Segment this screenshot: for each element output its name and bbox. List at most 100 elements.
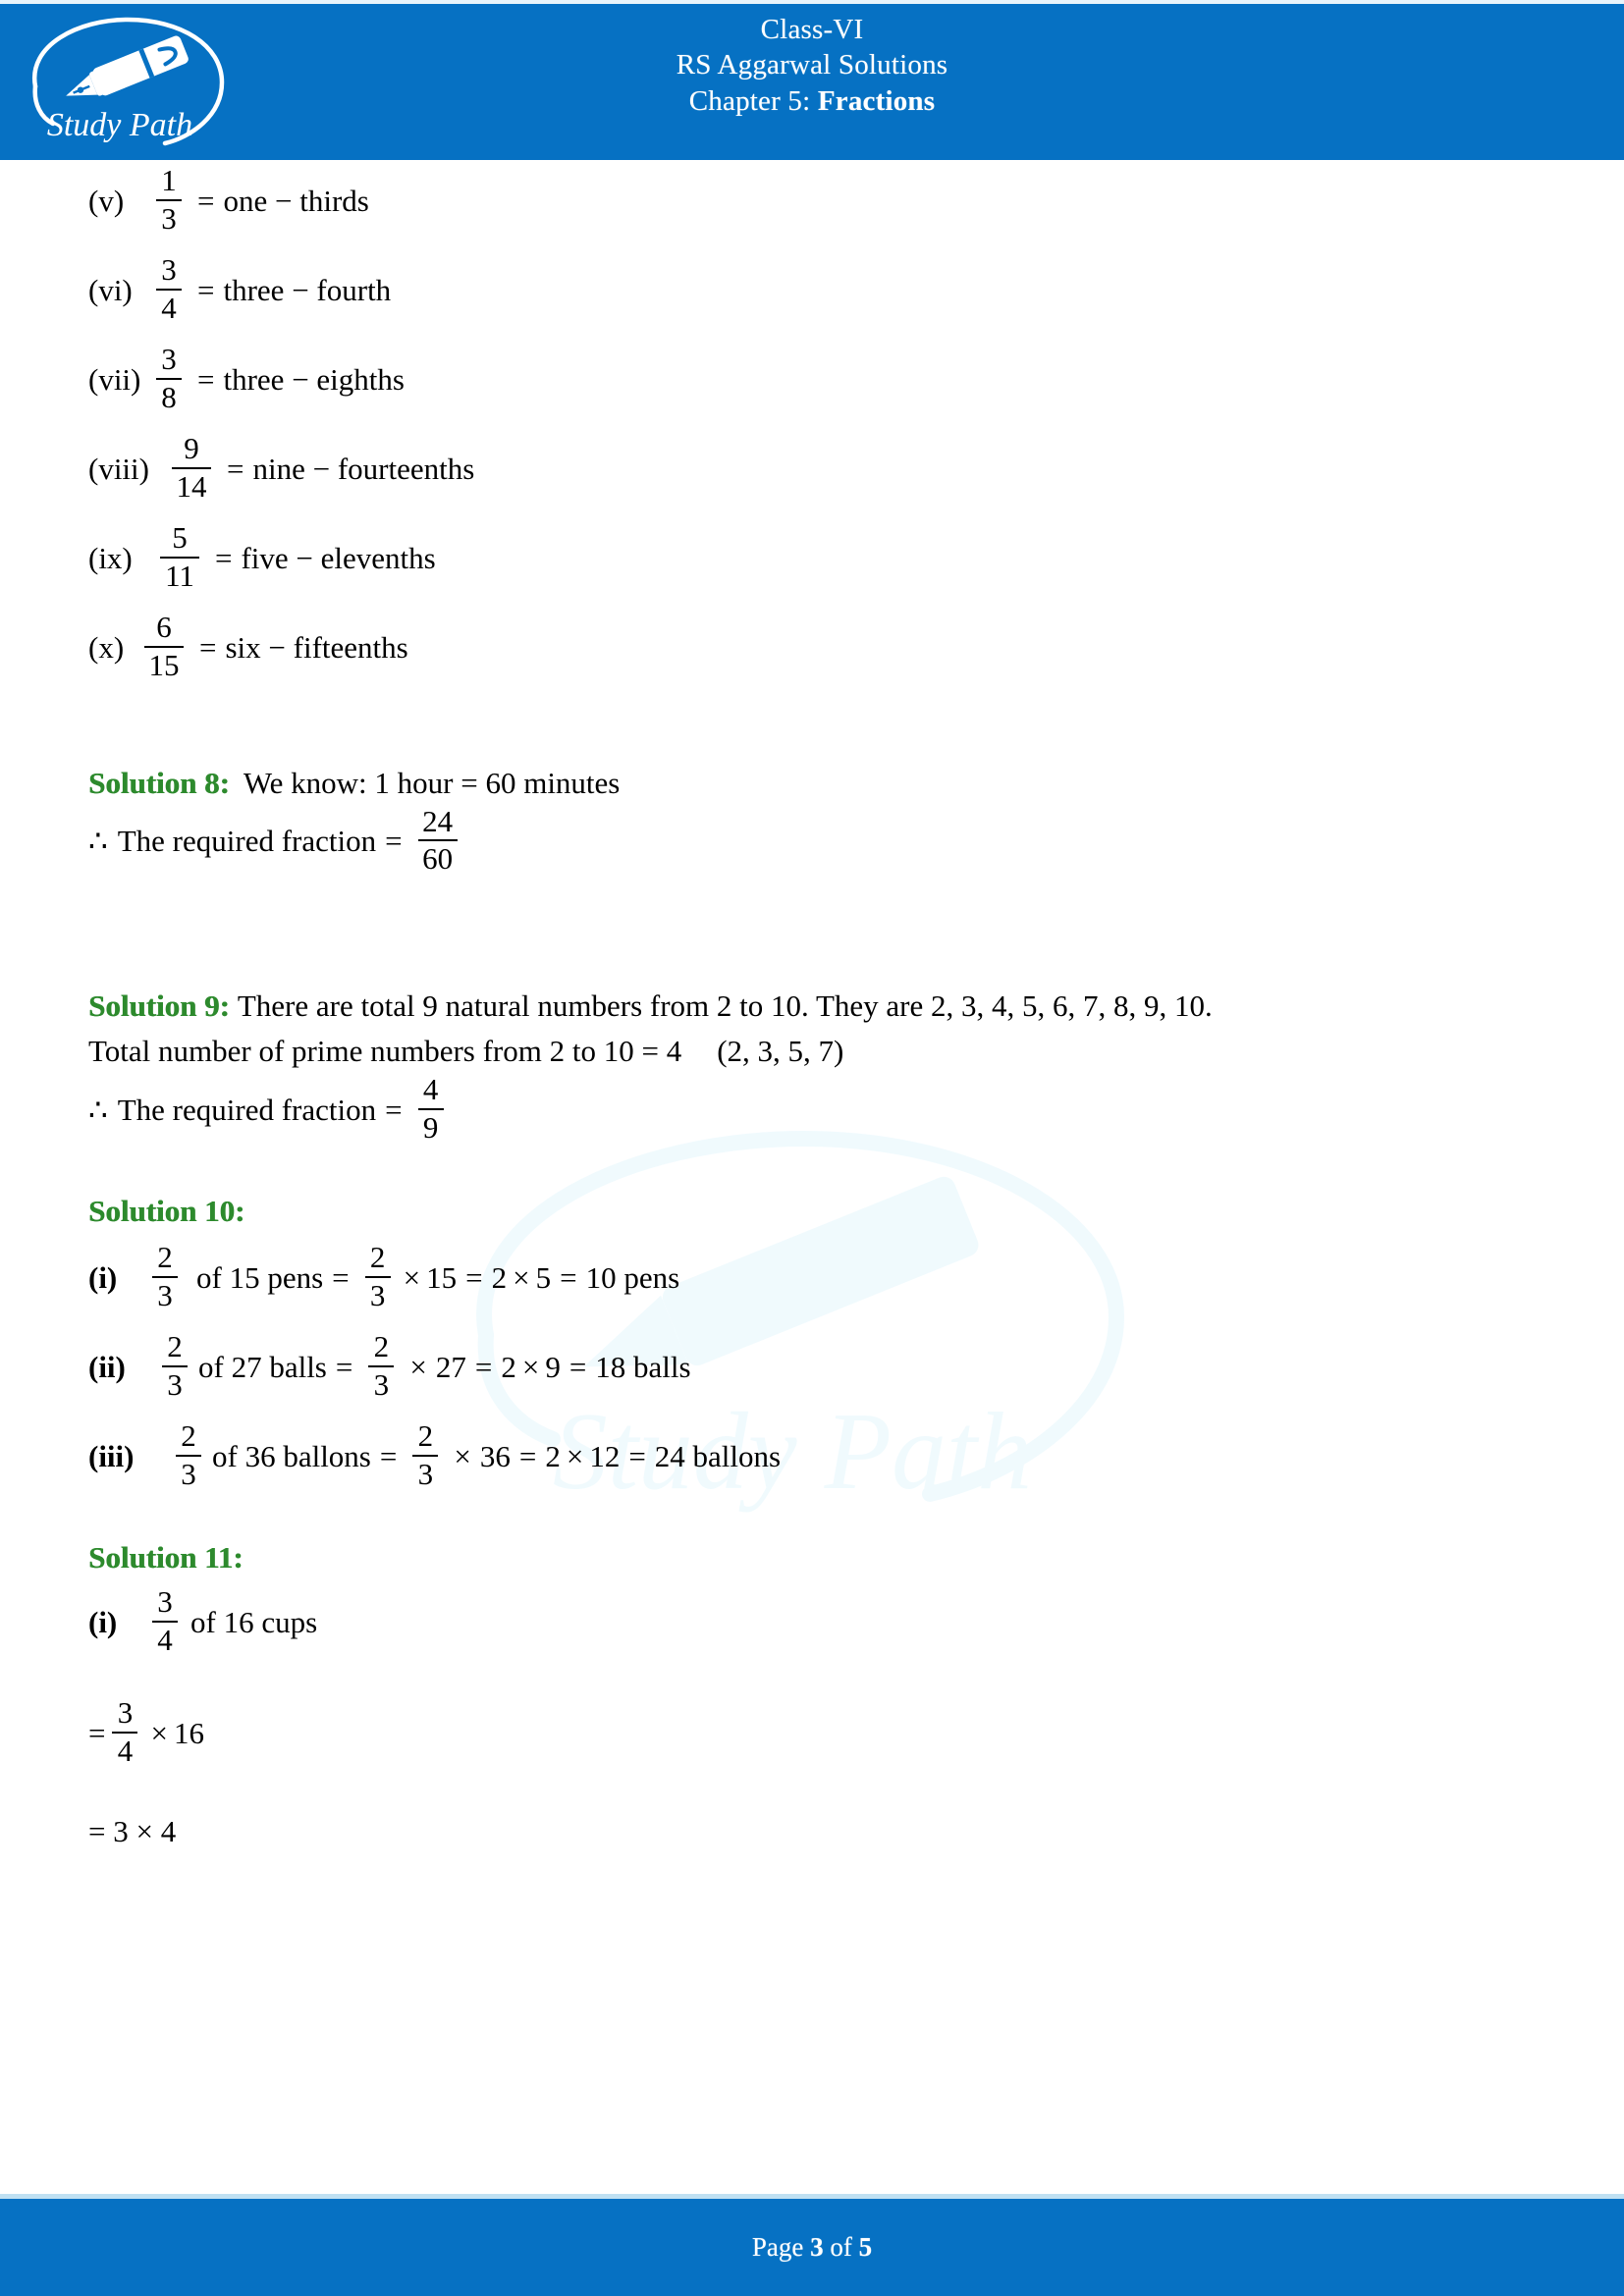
fraction-denominator: 3 <box>373 1366 390 1402</box>
fraction-denominator: 9 <box>422 1109 439 1145</box>
fraction: 3 4 <box>156 254 182 324</box>
equals-sign: = <box>332 1259 350 1295</box>
multiply-sign: × <box>521 1349 540 1384</box>
fraction-numerator: 2 <box>373 1329 390 1364</box>
operand-b: 5 <box>535 1259 552 1295</box>
item-label: (iii) <box>88 1438 135 1473</box>
fraction: 6 15 <box>144 612 184 681</box>
equals-sign: = <box>215 540 233 575</box>
solution-9-line2: Total number of prime numbers from 2 to … <box>88 1033 682 1068</box>
header-title-block: Class-VI RS Aggarwal Solutions Chapter 5… <box>0 12 1624 119</box>
fraction-denominator: 8 <box>161 379 177 414</box>
multiply-sign: × <box>513 1259 530 1295</box>
solution-8-block: Solution 8: We know: 1 hour = 60 minutes… <box>88 766 1536 877</box>
equals-sign: = <box>385 1092 403 1127</box>
fraction: 4 9 <box>417 1071 444 1145</box>
factor-value: 36 <box>479 1438 511 1473</box>
equals-sign: = <box>197 272 215 307</box>
fraction-numerator: 3 <box>157 1584 173 1620</box>
header-chapter-line: Chapter 5: Fractions <box>0 83 1624 119</box>
header-chapter-name: Fractions <box>817 84 936 117</box>
page-footer: Page 3 of 5 <box>0 2194 1624 2296</box>
operand-a: 2 <box>491 1259 508 1295</box>
fraction: 2 3 <box>176 1420 201 1490</box>
fraction-list-item: (viii) 9 14 = nine − fourteenths <box>88 431 1536 504</box>
operand-b: 9 <box>545 1349 561 1384</box>
solution-11-step1: = 3 4 × 16 <box>88 1695 1536 1768</box>
solution-8-heading-row: Solution 8: We know: 1 hour = 60 minutes <box>88 766 1536 801</box>
solution-8-result-label: The required fraction <box>117 824 377 859</box>
operand-a: 2 <box>501 1349 516 1384</box>
factor-value: 15 <box>426 1259 458 1295</box>
header-class-line: Class-VI <box>760 14 864 45</box>
item-label: (vii) <box>88 361 141 397</box>
fraction: 2 3 <box>162 1331 188 1401</box>
solution-8-statement: We know: 1 hour = 60 minutes <box>243 765 621 800</box>
fraction: 2 3 <box>412 1420 439 1490</box>
solution-9-result-row: ∴ The required fraction = 4 9 <box>88 1071 1536 1145</box>
fraction-words: three − fourth <box>223 272 392 307</box>
fraction-denominator: 11 <box>165 558 194 593</box>
fraction-denominator: 15 <box>148 648 180 683</box>
solution-11-step2-text: = 3 × 4 <box>88 1813 177 1848</box>
fraction-numerator: 2 <box>167 1329 183 1364</box>
fraction-denominator: 3 <box>161 200 177 236</box>
fraction-words: six − fifteenths <box>225 630 408 666</box>
fraction-list-item: (ix) 5 11 = five − elevenths <box>88 520 1536 593</box>
equals-sign: = <box>199 630 217 666</box>
equals-sign: = <box>379 1438 398 1473</box>
solution-9-line1-row: Solution 9: There are total 9 natural num… <box>88 987 1536 1026</box>
solution-10-item: (iii) 2 3 of 36 ballons = 2 3 × 36 = 2 ×… <box>88 1420 1536 1491</box>
fraction-numerator: 9 <box>184 431 199 466</box>
fraction: 24 60 <box>417 803 458 876</box>
item-label: (ix) <box>88 540 133 575</box>
fraction: 1 3 <box>156 164 182 236</box>
equals-sign: = <box>474 1349 493 1384</box>
equals-sign: = <box>385 824 403 859</box>
fraction: 3 8 <box>156 344 182 413</box>
page-number-text: Page 3 of 5 <box>752 2232 872 2263</box>
operand-b: 12 <box>589 1438 621 1473</box>
equals-sign: = <box>568 1349 587 1384</box>
fraction-numerator: 3 <box>161 342 177 377</box>
fraction-list-item: (v) 1 3 = one − thirds <box>88 164 1536 236</box>
item-label: (vi) <box>88 272 133 307</box>
solution-9-heading: Solution 9: <box>88 988 230 1023</box>
answer-value: 10 pens <box>585 1259 680 1295</box>
solution-8-heading: Solution 8: <box>88 765 230 800</box>
item-label: (i) <box>88 1604 118 1639</box>
item-label: (ii) <box>88 1349 126 1384</box>
page-middle: of <box>823 2232 859 2262</box>
header-book-line: RS Aggarwal Solutions <box>676 49 948 81</box>
fraction-numerator: 24 <box>422 803 454 838</box>
multiply-sign: × <box>454 1438 471 1473</box>
page-current: 3 <box>810 2232 824 2262</box>
fraction-denominator: 3 <box>369 1277 386 1312</box>
fraction-numerator: 5 <box>172 520 188 556</box>
header-chapter-label: Chapter 5: <box>688 84 818 117</box>
fraction-words: three − eighths <box>223 361 405 397</box>
fraction-denominator: 14 <box>176 468 207 504</box>
fraction-numerator: 4 <box>422 1071 439 1106</box>
item-label: (viii) <box>88 451 149 486</box>
fraction: 3 4 <box>152 1586 178 1656</box>
equals-sign: = <box>518 1438 537 1473</box>
solution-11-step2: = 3 × 4 <box>88 1814 1536 1849</box>
fraction-numerator: 3 <box>161 252 177 288</box>
fraction-numerator: 6 <box>156 610 172 645</box>
of-text: of 16 cups <box>190 1604 318 1639</box>
of-text: of 15 pens <box>196 1259 324 1295</box>
fraction-denominator: 3 <box>157 1277 173 1312</box>
solution-9-primes: (2, 3, 5, 7) <box>717 1033 844 1068</box>
equals-sign: = <box>465 1259 483 1295</box>
item-label: (v) <box>88 183 125 218</box>
fraction-numerator: 3 <box>117 1695 134 1731</box>
fraction-words: five − elevenths <box>241 540 436 575</box>
solution-9-line1: There are total 9 natural numbers from 2… <box>237 988 1213 1023</box>
document-content: (v) 1 3 = one − thirds (vi) 3 4 = three … <box>0 160 1624 2194</box>
equals-sign: = <box>88 1715 106 1750</box>
page-total: 5 <box>858 2232 873 2262</box>
